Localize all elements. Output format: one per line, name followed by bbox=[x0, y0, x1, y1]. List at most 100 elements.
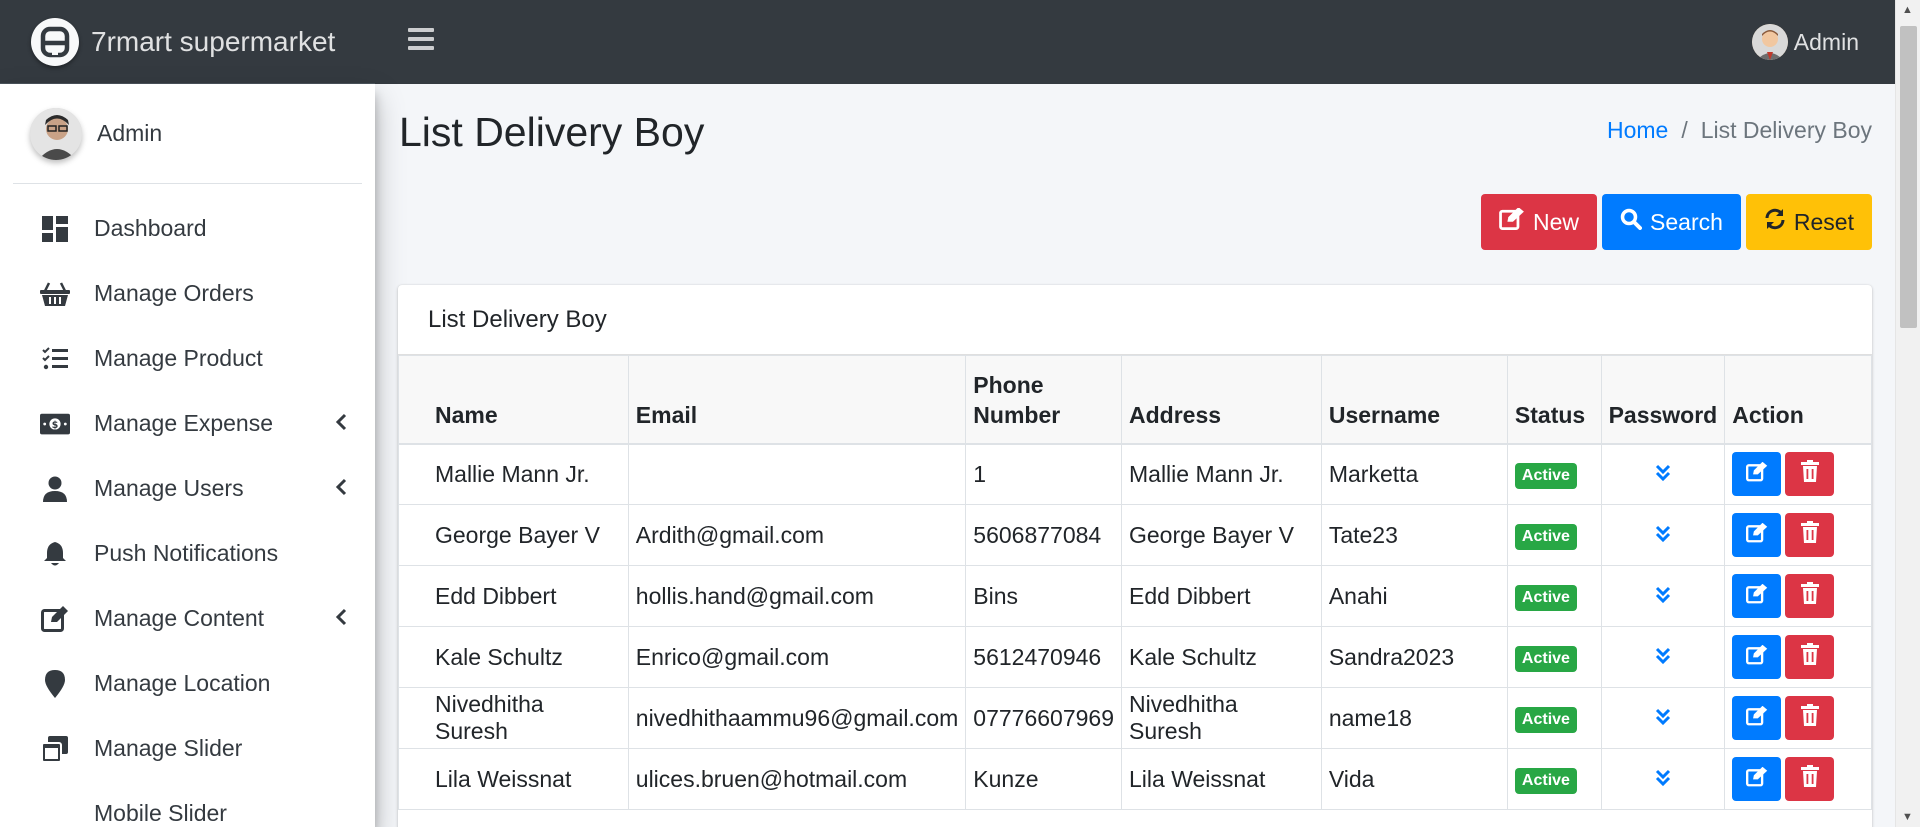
mobile-icon bbox=[40, 799, 70, 827]
sidebar-user-panel[interactable]: Admin bbox=[13, 84, 362, 184]
cell-username: Tate23 bbox=[1320, 504, 1508, 566]
cell-name: Lila Weissnat bbox=[398, 748, 629, 810]
cell-action bbox=[1724, 626, 1872, 688]
expand-password-icon[interactable] bbox=[1655, 705, 1671, 731]
sidebar-item-manage-content[interactable]: Manage Content bbox=[0, 586, 375, 651]
expand-password-icon[interactable] bbox=[1655, 461, 1671, 487]
cell-name: Kale Schultz bbox=[398, 626, 629, 688]
cell-password bbox=[1600, 443, 1726, 505]
column-header-name[interactable]: Name bbox=[398, 355, 629, 445]
edit-row-button[interactable] bbox=[1732, 513, 1782, 557]
edit-row-button[interactable] bbox=[1732, 696, 1782, 740]
trash-icon bbox=[1800, 765, 1819, 793]
column-header-password[interactable]: Password bbox=[1600, 355, 1726, 445]
new-button[interactable]: New bbox=[1481, 194, 1598, 250]
sidebar-item-label: Manage Orders bbox=[94, 280, 254, 306]
edit-row-button[interactable] bbox=[1732, 635, 1782, 679]
status-badge[interactable]: Active bbox=[1514, 768, 1577, 794]
cell-phone: 07776607969 bbox=[965, 687, 1122, 749]
status-badge[interactable]: Active bbox=[1514, 585, 1577, 611]
trash-icon bbox=[1800, 521, 1819, 549]
basket-icon bbox=[40, 279, 70, 309]
delete-row-button[interactable] bbox=[1785, 696, 1835, 740]
column-header-email[interactable]: Email bbox=[627, 355, 967, 445]
expand-password-icon[interactable] bbox=[1655, 766, 1671, 792]
cell-username: Anahi bbox=[1320, 565, 1508, 627]
edit-icon bbox=[1499, 207, 1525, 236]
column-header-action: Action bbox=[1724, 355, 1872, 445]
reset-button[interactable]: Reset bbox=[1745, 194, 1872, 250]
brand-link[interactable]: 7rmart supermarket bbox=[0, 0, 375, 84]
column-header-username[interactable]: Username bbox=[1320, 355, 1508, 445]
cell-address: Nivedhitha Suresh bbox=[1121, 687, 1322, 749]
svg-text:$: $ bbox=[52, 419, 59, 430]
edit-row-button[interactable] bbox=[1732, 574, 1782, 618]
edit-icon bbox=[40, 604, 70, 634]
delete-row-button[interactable] bbox=[1785, 452, 1835, 497]
sidebar-item-manage-location[interactable]: Manage Location bbox=[0, 651, 375, 716]
delete-row-button[interactable] bbox=[1785, 513, 1835, 557]
cell-address: Edd Dibbert bbox=[1121, 565, 1322, 627]
cell-action bbox=[1724, 748, 1872, 810]
cell-action bbox=[1724, 565, 1872, 627]
cell-name: George Bayer V bbox=[398, 504, 629, 566]
cell-action bbox=[1724, 443, 1872, 505]
edit-row-button[interactable] bbox=[1732, 452, 1782, 497]
sidebar-item-manage-users[interactable]: Manage Users bbox=[0, 456, 375, 521]
expand-password-icon[interactable] bbox=[1655, 522, 1671, 548]
sidebar-item-dashboard[interactable]: Dashboard bbox=[0, 196, 375, 261]
cell-email: Enrico@gmail.com bbox=[627, 626, 967, 688]
cell-name: Edd Dibbert bbox=[398, 565, 629, 627]
cell-status: Active bbox=[1506, 443, 1602, 505]
sidebar-item-label: Manage Product bbox=[94, 345, 263, 371]
edit-icon bbox=[1745, 583, 1768, 610]
content-wrapper: List Delivery Boy Home / List Delivery Boy… bbox=[375, 84, 1895, 827]
table-row: Lila Weissnat ulices.bruen@hotmail.com Kun… bbox=[398, 748, 1872, 810]
delete-row-button[interactable] bbox=[1785, 757, 1835, 801]
dashboard-icon bbox=[40, 214, 70, 244]
menu-toggle-icon[interactable] bbox=[408, 28, 434, 54]
scroll-down-arrow-icon[interactable]: ▼ bbox=[1902, 811, 1913, 823]
toolbar: New Search Reset bbox=[1481, 194, 1872, 250]
sidebar-item-label: Mobile Slider bbox=[94, 800, 227, 826]
delete-row-button[interactable] bbox=[1785, 635, 1835, 679]
cell-status: Active bbox=[1506, 748, 1602, 810]
expand-password-icon[interactable] bbox=[1655, 644, 1671, 670]
column-header-address[interactable]: Address bbox=[1121, 355, 1322, 445]
sidebar-item-manage-product[interactable]: Manage Product bbox=[0, 326, 375, 391]
breadcrumb-separator: / bbox=[1681, 117, 1688, 143]
sidebar-item-manage-orders[interactable]: Manage Orders bbox=[0, 261, 375, 326]
status-badge[interactable]: Active bbox=[1514, 463, 1577, 490]
delete-row-button[interactable] bbox=[1785, 574, 1835, 618]
delivery-boy-card: List Delivery Boy Name Email Phone Number… bbox=[398, 285, 1872, 827]
sidebar-item-manage-slider[interactable]: Manage Slider bbox=[0, 716, 375, 781]
search-button[interactable]: Search bbox=[1602, 194, 1741, 250]
breadcrumb-home-link[interactable]: Home bbox=[1607, 117, 1668, 143]
status-badge[interactable]: Active bbox=[1514, 707, 1577, 733]
edit-row-button[interactable] bbox=[1732, 757, 1782, 801]
column-header-phone[interactable]: Phone Number bbox=[965, 355, 1122, 445]
sidebar-item-manage-expense[interactable]: $ Manage Expense bbox=[0, 391, 375, 456]
expand-password-icon[interactable] bbox=[1655, 583, 1671, 609]
cell-address: Lila Weissnat bbox=[1121, 748, 1322, 810]
trash-icon bbox=[1800, 582, 1819, 610]
cell-phone: Kunze bbox=[965, 748, 1122, 810]
cell-username: Vida bbox=[1320, 748, 1508, 810]
sidebar-item-mobile-slider[interactable]: Mobile Slider bbox=[0, 781, 375, 827]
card-title: List Delivery Boy bbox=[398, 285, 1872, 355]
cell-email: Ardith@gmail.com bbox=[627, 504, 967, 566]
scrollbar-thumb[interactable] bbox=[1900, 26, 1917, 328]
status-badge[interactable]: Active bbox=[1514, 524, 1577, 550]
trash-icon bbox=[1800, 643, 1819, 671]
edit-icon bbox=[1745, 766, 1768, 793]
cell-password bbox=[1600, 565, 1726, 627]
sidebar-item-push-notifications[interactable]: Push Notifications bbox=[0, 521, 375, 586]
bell-icon bbox=[40, 539, 70, 569]
scroll-up-arrow-icon[interactable]: ▲ bbox=[1902, 4, 1913, 16]
cell-phone: 5612470946 bbox=[965, 626, 1122, 688]
user-menu[interactable]: Admin bbox=[1751, 24, 1859, 60]
status-badge[interactable]: Active bbox=[1514, 646, 1577, 672]
page-scrollbar[interactable]: ▲ ▼ bbox=[1895, 0, 1920, 827]
cell-status: Active bbox=[1506, 504, 1602, 566]
column-header-status[interactable]: Status bbox=[1506, 355, 1602, 445]
